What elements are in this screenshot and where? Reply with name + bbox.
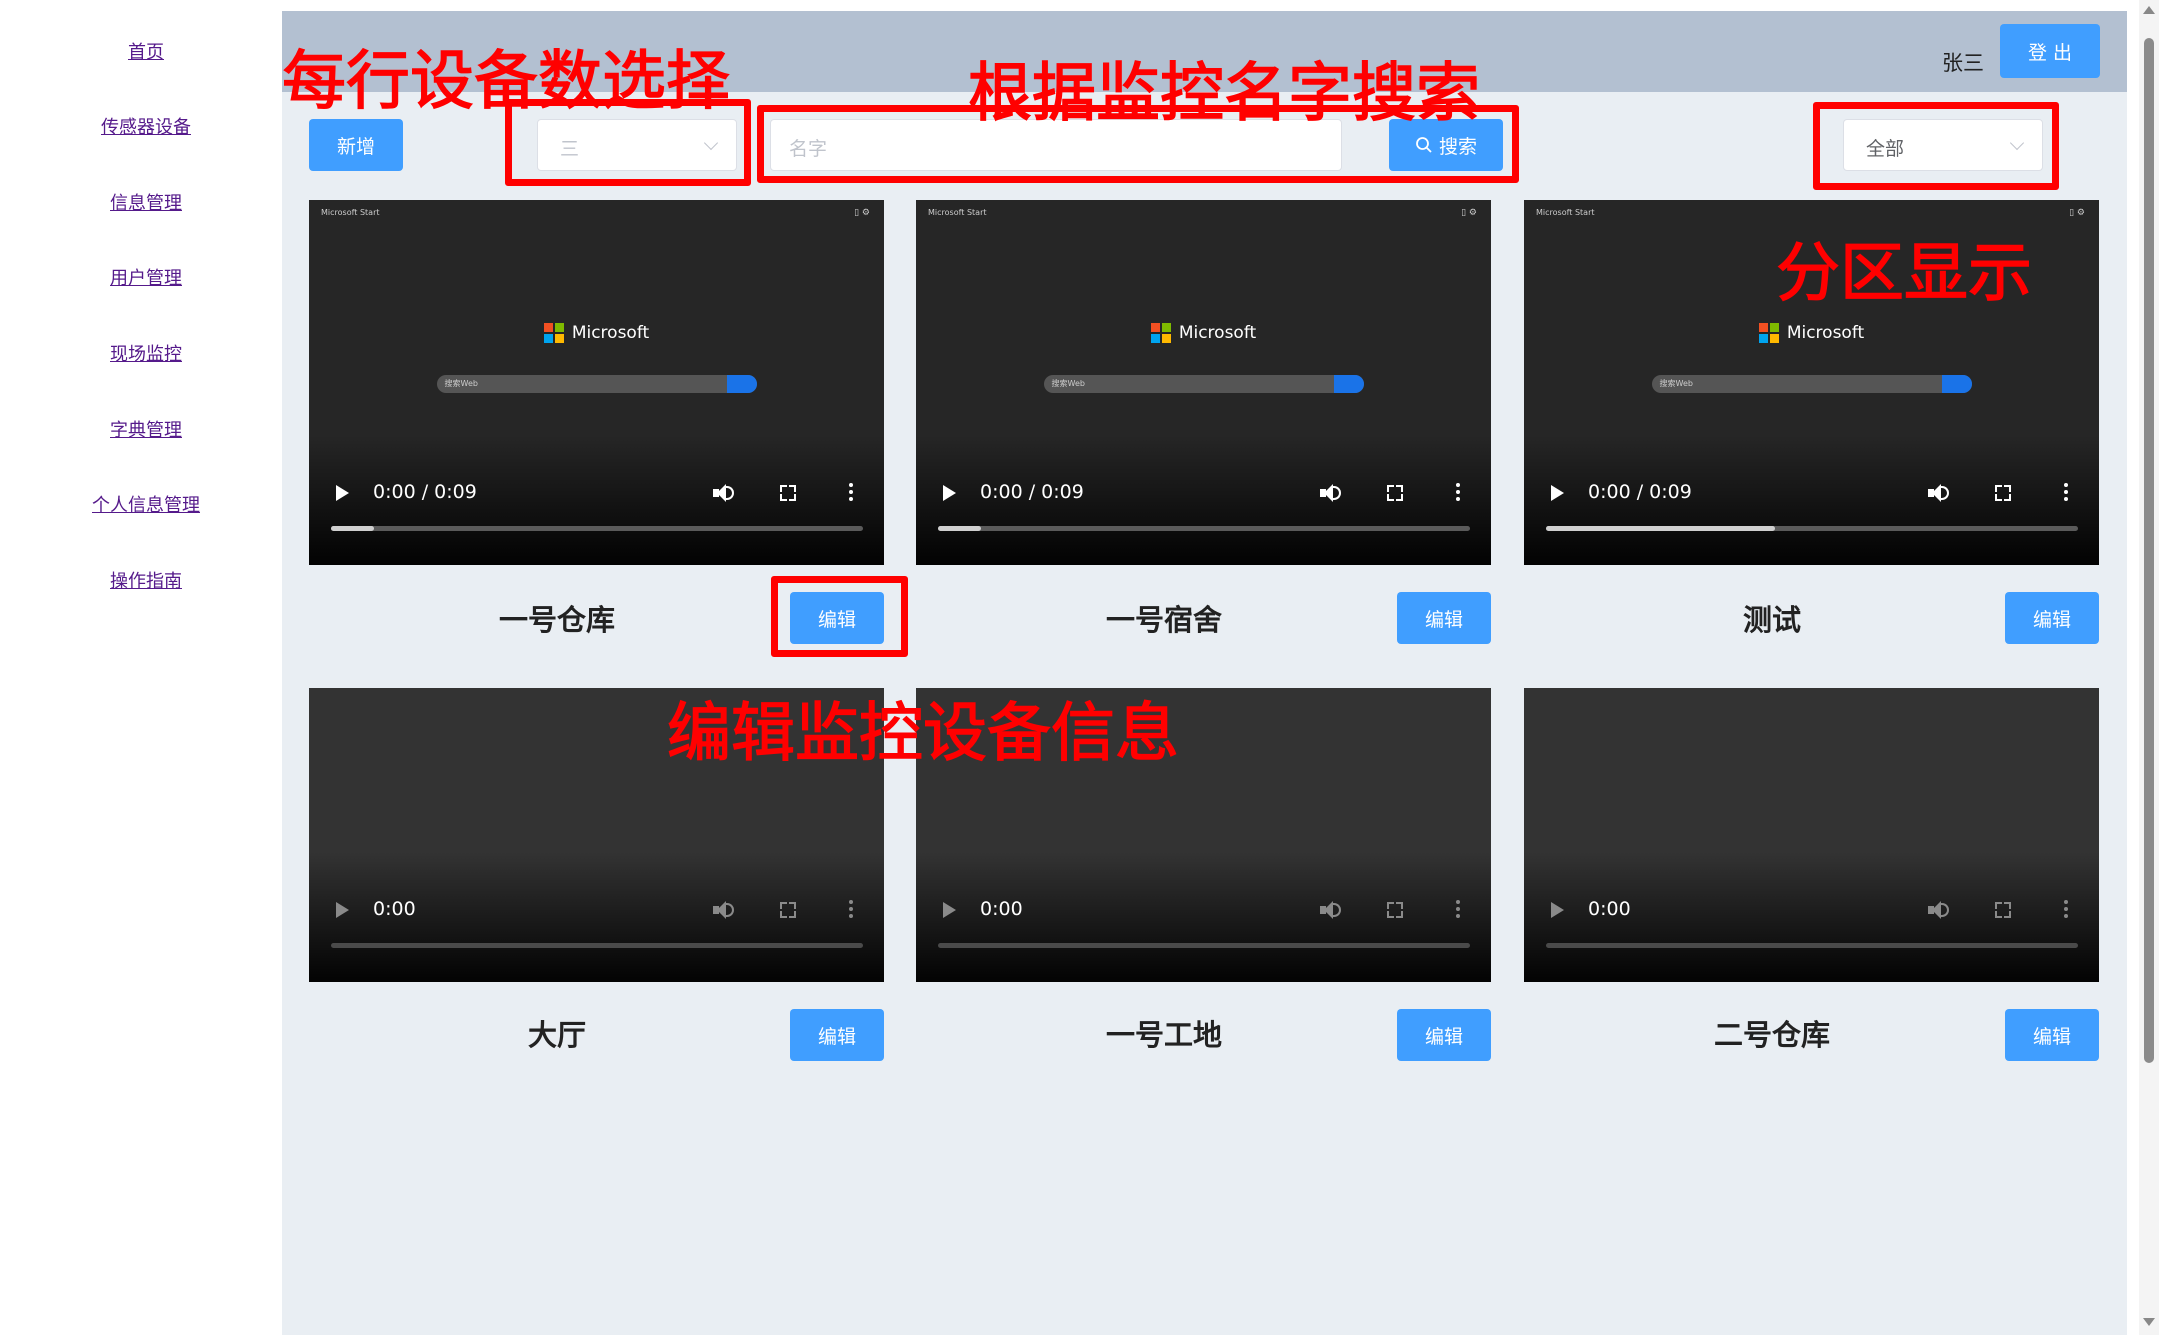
- volume-icon[interactable]: [713, 483, 735, 503]
- logout-button[interactable]: 登 出: [2000, 24, 2100, 78]
- more-options-icon[interactable]: [1456, 900, 1460, 921]
- play-icon[interactable]: [1551, 902, 1564, 918]
- preview-search-hint: 搜索Web: [444, 379, 478, 388]
- card-name: 二号仓库: [1713, 1018, 1830, 1052]
- preview-bar-title: Microsoft Start: [928, 208, 987, 217]
- more-options-icon[interactable]: [2064, 483, 2068, 504]
- scroll-up-arrow-icon[interactable]: [2143, 6, 2155, 14]
- fullscreen-icon[interactable]: [1387, 902, 1403, 918]
- microsoft-logo: Microsoft: [916, 323, 1491, 343]
- volume-icon[interactable]: [713, 900, 735, 920]
- sidebar-item-dictionary[interactable]: 字典管理: [0, 416, 292, 442]
- video-time: 0:00: [373, 898, 416, 920]
- sidebar-item-home[interactable]: 首页: [0, 38, 292, 64]
- video-progress[interactable]: [938, 526, 1470, 531]
- video-player[interactable]: 0:00: [1524, 688, 2099, 982]
- preview-brand: Microsoft: [1786, 323, 1865, 343]
- video-progress[interactable]: [938, 943, 1470, 948]
- volume-icon[interactable]: [1928, 483, 1950, 503]
- fullscreen-icon[interactable]: [1387, 485, 1403, 501]
- edit-button[interactable]: 编辑: [1397, 1009, 1491, 1061]
- video-progress[interactable]: [1546, 943, 2078, 948]
- video-progress-fill: [331, 526, 374, 531]
- preview-search-box: 搜索Web: [1651, 375, 1972, 393]
- preview-bar-title: Microsoft Start: [1536, 208, 1595, 217]
- annotation-box-zone: [1813, 102, 2059, 190]
- more-options-icon[interactable]: [2064, 900, 2068, 921]
- fullscreen-icon[interactable]: [1995, 485, 2011, 501]
- volume-icon[interactable]: [1320, 900, 1342, 920]
- microsoft-logo-icon: [1758, 323, 1779, 343]
- play-icon[interactable]: [943, 485, 956, 501]
- annotation-per-row: 每行设备数选择: [281, 44, 731, 120]
- fullscreen-icon[interactable]: [1995, 902, 2011, 918]
- username: 张三: [1942, 51, 1984, 75]
- scrollbar[interactable]: [2139, 0, 2159, 1335]
- volume-icon[interactable]: [1320, 483, 1342, 503]
- play-icon[interactable]: [943, 902, 956, 918]
- preview-bar-title: Microsoft Start: [321, 208, 380, 217]
- card-name: 一号仓库: [498, 603, 615, 637]
- sidebar-item-profile[interactable]: 个人信息管理: [0, 491, 292, 517]
- preview-search-button: [1333, 375, 1364, 393]
- annotation-zone: 分区显示: [1775, 236, 2033, 312]
- more-options-icon[interactable]: [1456, 483, 1460, 504]
- preview-search-hint: 搜索Web: [1659, 379, 1693, 388]
- preview-brand: Microsoft: [1178, 323, 1257, 343]
- add-button[interactable]: 新增: [309, 119, 403, 171]
- video-progress-fill: [1546, 526, 1775, 531]
- preview-window-icons: ▯ ⚙: [854, 208, 870, 218]
- more-options-icon[interactable]: [849, 483, 853, 504]
- preview-search-button: [1941, 375, 1972, 393]
- microsoft-logo-icon: [1150, 323, 1171, 343]
- card-name: 一号宿舍: [1105, 603, 1222, 637]
- video-time: 0:00 / 0:09: [1588, 481, 1692, 503]
- video-time: 0:00: [1588, 898, 1631, 920]
- edit-button[interactable]: 编辑: [790, 1009, 884, 1061]
- sidebar-item-info-management[interactable]: 信息管理: [0, 189, 292, 215]
- preview-brand: Microsoft: [571, 323, 650, 343]
- video-time: 0:00 / 0:09: [373, 481, 477, 503]
- annotation-box-edit: [771, 576, 908, 657]
- volume-icon[interactable]: [1928, 900, 1950, 920]
- edit-button[interactable]: 编辑: [2005, 592, 2099, 644]
- preview-window-icons: ▯ ⚙: [2069, 208, 2085, 218]
- video-time: 0:00: [980, 898, 1023, 920]
- microsoft-logo: Microsoft: [1524, 323, 2099, 343]
- fullscreen-icon[interactable]: [780, 485, 796, 501]
- video-progress[interactable]: [331, 943, 863, 948]
- video-progress[interactable]: [1546, 526, 2078, 531]
- card-name: 测试: [1742, 603, 1801, 637]
- video-progress-fill: [938, 526, 981, 531]
- card-name: 大厅: [527, 1018, 586, 1052]
- annotation-search: 根据监控名字搜索: [967, 56, 1481, 132]
- preview-search-box: 搜索Web: [1043, 375, 1364, 393]
- preview-search-box: 搜索Web: [436, 375, 757, 393]
- card-name: 一号工地: [1105, 1018, 1222, 1052]
- sidebar-item-user-management[interactable]: 用户管理: [0, 264, 292, 290]
- preview-search-button: [726, 375, 757, 393]
- video-player[interactable]: Microsoft Start ▯ ⚙ Microsoft 搜索Web 0:00 …: [916, 200, 1491, 565]
- play-icon[interactable]: [336, 485, 349, 501]
- edit-button[interactable]: 编辑: [1397, 592, 1491, 644]
- more-options-icon[interactable]: [849, 900, 853, 921]
- fullscreen-icon[interactable]: [780, 902, 796, 918]
- video-player[interactable]: Microsoft Start ▯ ⚙ Microsoft 搜索Web 0:00 …: [309, 200, 884, 565]
- scroll-down-arrow-icon[interactable]: [2143, 1318, 2155, 1326]
- sidebar-item-guide[interactable]: 操作指南: [0, 567, 292, 593]
- play-icon[interactable]: [336, 902, 349, 918]
- sidebar-item-sensor-devices[interactable]: 传感器设备: [0, 113, 292, 139]
- microsoft-logo: Microsoft: [309, 323, 884, 343]
- scroll-thumb[interactable]: [2144, 38, 2154, 1063]
- video-progress[interactable]: [331, 526, 863, 531]
- play-icon[interactable]: [1551, 485, 1564, 501]
- preview-window-icons: ▯ ⚙: [1461, 208, 1477, 218]
- preview-search-hint: 搜索Web: [1051, 379, 1085, 388]
- annotation-edit: 编辑监控设备信息: [666, 696, 1180, 772]
- sidebar-item-site-monitoring[interactable]: 现场监控: [0, 340, 292, 366]
- sidebar: 首页 传感器设备 信息管理 用户管理 现场监控 字典管理 个人信息管理 操作指南: [0, 0, 282, 1335]
- video-time: 0:00 / 0:09: [980, 481, 1084, 503]
- microsoft-logo-icon: [543, 323, 564, 343]
- edit-button[interactable]: 编辑: [2005, 1009, 2099, 1061]
